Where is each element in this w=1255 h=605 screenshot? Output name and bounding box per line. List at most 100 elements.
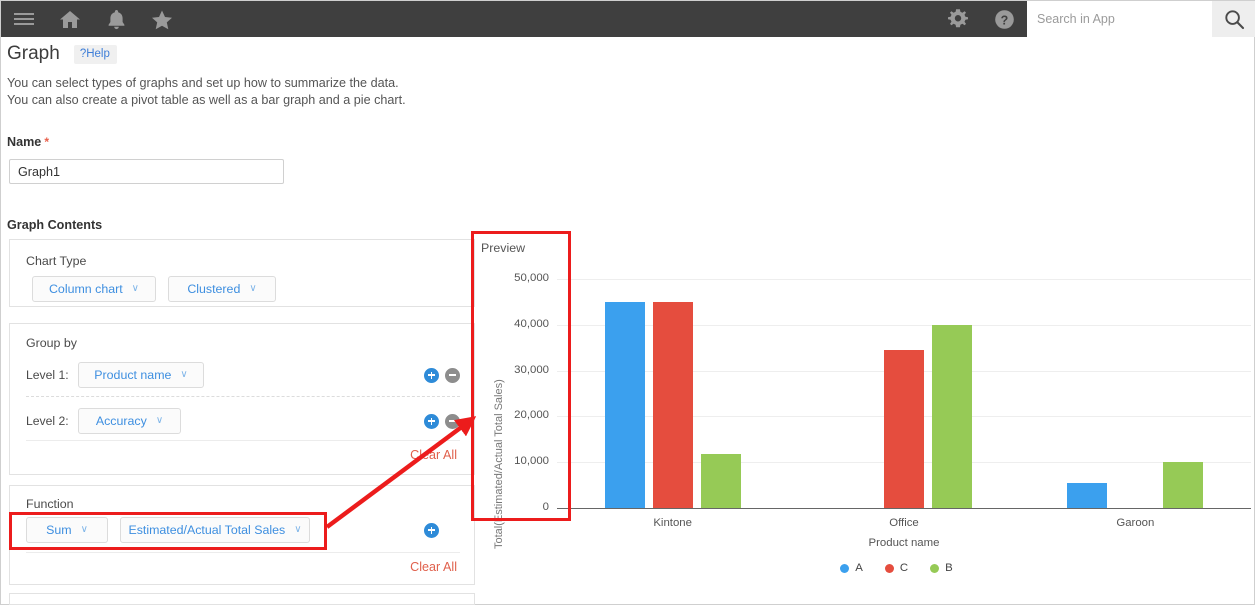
help-icon[interactable]: ? (981, 1, 1027, 37)
chart-bar[interactable] (701, 454, 741, 508)
star-icon[interactable] (139, 1, 185, 37)
level-1-field-dropdown[interactable]: Product name ∨ (78, 362, 204, 388)
description-line-2: You can also create a pivot table as wel… (7, 92, 406, 109)
search-input[interactable] (1027, 1, 1212, 37)
search-button[interactable] (1212, 1, 1255, 37)
chart-legend-item[interactable]: A (840, 562, 863, 574)
chart-type-panel: Chart Type Column chart ∨ Clustered ∨ (9, 239, 475, 307)
chevron-down-icon: ∨ (156, 416, 163, 426)
chart-x-tick-label: Office (844, 517, 964, 529)
required-marker: * (44, 135, 49, 149)
help-badge-label: Help (86, 48, 110, 60)
minus-icon (449, 374, 456, 376)
description-line-1: You can select types of graphs and set u… (7, 75, 406, 92)
legend-label: C (900, 562, 908, 574)
chart-type-controls: Column chart ∨ Clustered ∨ (32, 276, 276, 302)
chart-x-tick-label: Garoon (1075, 517, 1195, 529)
chart-bar[interactable] (932, 325, 972, 508)
group-by-panel: Group by Level 1: Product name ∨ Level 2… (9, 323, 475, 475)
chart-bar[interactable] (1067, 483, 1107, 508)
chart-type-dropdown[interactable]: Column chart ∨ (32, 276, 156, 302)
chevron-down-icon: ∨ (132, 284, 139, 294)
chart-y-tick-label: 30,000 (491, 364, 549, 376)
search-icon (1224, 9, 1245, 30)
chart-y-tick-label: 20,000 (491, 409, 549, 421)
function-add-button[interactable] (424, 523, 439, 538)
chart-legend-item[interactable]: B (930, 562, 953, 574)
level-1-label: Level 1: (26, 368, 78, 382)
function-aggregate-dropdown[interactable]: Sum ∨ (26, 517, 108, 543)
level-1-field-value: Product name (94, 368, 171, 382)
chart-x-axis-line (557, 508, 1251, 509)
chart-arrangement-dropdown-value: Clustered (187, 282, 240, 296)
group-by-level-2-row: Level 2: Accuracy ∨ (26, 408, 460, 434)
function-label: Function (26, 497, 74, 511)
chart-bar[interactable] (605, 302, 645, 508)
legend-color-dot (930, 564, 939, 573)
chart-y-tick-label: 50,000 (491, 272, 549, 284)
function-clear-all[interactable]: Clear All (410, 560, 457, 574)
legend-color-dot (885, 564, 894, 573)
bell-icon[interactable] (93, 1, 139, 37)
name-label-text: Name (7, 135, 41, 149)
function-footer-divider (26, 552, 460, 553)
group-by-clear-all[interactable]: Clear All (410, 448, 457, 462)
chart-legend-item[interactable]: C (885, 562, 908, 574)
group-by-footer-divider (26, 440, 460, 441)
chart-x-tick-label: Kintone (613, 517, 733, 529)
page-description: You can select types of graphs and set u… (7, 75, 406, 109)
graph-contents-label: Graph Contents (7, 218, 102, 232)
chart-arrangement-dropdown[interactable]: Clustered ∨ (168, 276, 276, 302)
chart-type-dropdown-value: Column chart (49, 282, 123, 296)
level-2-field-value: Accuracy (96, 414, 147, 428)
function-panel: Function Sum ∨ Estimated/Actual Total Sa… (9, 485, 475, 585)
app-window: ? Graph ?Help You can select types of gr… (0, 0, 1255, 605)
legend-label: A (855, 562, 863, 574)
gear-icon[interactable] (935, 1, 981, 37)
chart-x-axis-title: Product name (557, 537, 1251, 549)
page-title: Graph (7, 43, 60, 65)
svg-text:?: ? (1000, 13, 1008, 27)
level-2-remove-button[interactable] (445, 414, 460, 429)
chart-y-tick-label: 0 (491, 501, 549, 513)
search-area (1027, 1, 1255, 37)
chart-bar[interactable] (884, 350, 924, 508)
chart-y-tick-label: 10,000 (491, 455, 549, 467)
level-2-add-button[interactable] (424, 414, 439, 429)
chart-plot-area (557, 279, 1251, 508)
preview-chart: Preview Total(Estimated/Actual Total Sal… (471, 229, 1255, 605)
level-2-label: Level 2: (26, 414, 78, 428)
chevron-down-icon: ∨ (81, 525, 88, 535)
legend-color-dot (840, 564, 849, 573)
name-input[interactable] (9, 159, 284, 184)
plus-icon (428, 420, 435, 422)
plus-icon (428, 529, 435, 531)
minus-icon (449, 420, 456, 422)
level-2-field-dropdown[interactable]: Accuracy ∨ (78, 408, 181, 434)
chart-legend: ACB (557, 562, 1251, 574)
function-field-dropdown[interactable]: Estimated/Actual Total Sales ∨ (120, 517, 310, 543)
chevron-down-icon: ∨ (180, 370, 187, 380)
level-1-remove-button[interactable] (445, 368, 460, 383)
function-row: Sum ∨ Estimated/Actual Total Sales ∨ (26, 517, 460, 543)
top-navigation-bar: ? (1, 1, 1255, 37)
chevron-down-icon: ∨ (249, 284, 256, 294)
level-1-add-button[interactable] (424, 368, 439, 383)
menu-icon[interactable] (1, 1, 47, 37)
chart-y-tick-label: 40,000 (491, 318, 549, 330)
page-header: Graph ?Help (7, 43, 117, 65)
function-field-value: Estimated/Actual Total Sales (128, 523, 285, 537)
chart-bar[interactable] (1163, 462, 1203, 508)
group-by-level-1-row: Level 1: Product name ∨ (26, 362, 460, 388)
preview-title: Preview (481, 241, 525, 255)
group-by-divider (26, 396, 460, 397)
next-section-panel (9, 593, 475, 605)
function-aggregate-value: Sum (46, 523, 71, 537)
name-label: Name* (7, 135, 49, 149)
chart-bar[interactable] (653, 302, 693, 508)
help-badge[interactable]: ?Help (74, 45, 117, 64)
home-icon[interactable] (47, 1, 93, 37)
group-by-label: Group by (26, 336, 77, 350)
chevron-down-icon: ∨ (294, 525, 301, 535)
plus-icon (428, 374, 435, 376)
